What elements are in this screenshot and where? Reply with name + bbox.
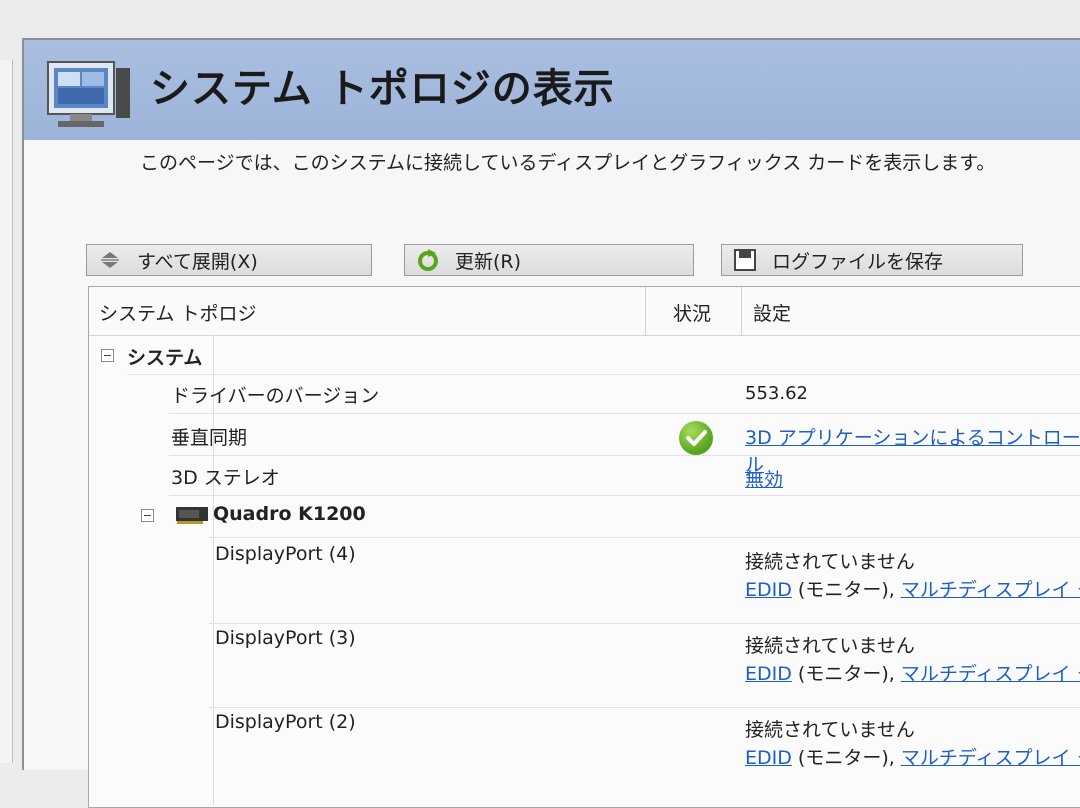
gpu-name: Quadro K1200: [213, 503, 366, 525]
collapse-icon[interactable]: [141, 509, 154, 522]
collapse-icon[interactable]: [101, 349, 114, 362]
driver-version-value: 553.62: [745, 383, 808, 404]
multi-display-link[interactable]: マルチディスプレイ クロ: [901, 579, 1080, 601]
port-status: 接続されていません: [745, 719, 915, 741]
topology-tree-table: システム トポロジ 状況 設定 システム ドライバーのバージョン 553.62 …: [88, 286, 1080, 808]
expand-icon: [97, 247, 123, 273]
edid-link[interactable]: EDID: [745, 747, 792, 769]
port-status: 接続されていません: [745, 551, 915, 573]
page-title: システム トポロジの表示: [150, 66, 615, 112]
refresh-label: 更新(R): [455, 250, 522, 273]
multi-display-link[interactable]: マルチディスプレイ クロ: [901, 747, 1080, 769]
gpu-card-icon: [176, 507, 208, 524]
vsync-label: 垂直同期: [171, 427, 248, 449]
edid-link[interactable]: EDID: [745, 663, 792, 685]
port-name: DisplayPort (4): [215, 543, 356, 565]
tree-row-displayport-2[interactable]: DisplayPort (2) 接続されていません EDID (モニター), マ…: [89, 711, 1080, 789]
driver-version-label: ドライバーのバージョン: [171, 385, 380, 407]
tree-row-gpu[interactable]: Quadro K1200: [89, 501, 1080, 535]
column-header-status[interactable]: 状況: [673, 299, 711, 326]
tree-row-driver-version[interactable]: ドライバーのバージョン 553.62: [89, 381, 1080, 413]
table-header: システム トポロジ 状況 設定: [89, 287, 1080, 336]
monitor-text: (モニター),: [797, 579, 895, 601]
column-header-settings[interactable]: 設定: [753, 299, 791, 326]
monitor-text: (モニター),: [797, 663, 895, 685]
page-description: このページでは、このシステムに接続しているディスプレイとグラフィックス カードを…: [140, 152, 996, 174]
refresh-button[interactable]: 更新(R): [404, 244, 694, 276]
header-banner: システム トポロジの表示: [24, 40, 1080, 140]
tree-row-vsync[interactable]: 垂直同期 3D アプリケーションによるコントロール: [89, 419, 1080, 476]
background-window-edge: [0, 60, 13, 763]
expand-all-button[interactable]: すべて展開(X): [86, 244, 372, 276]
tree-row-3d-stereo[interactable]: 3D ステレオ 無効: [89, 461, 1080, 493]
tree-row-displayport-4[interactable]: DisplayPort (4) 接続されていません EDID (モニター), マ…: [89, 543, 1080, 621]
system-node-label: システム: [127, 347, 203, 369]
display-settings-icon: [47, 61, 130, 127]
tree-row-system[interactable]: システム: [89, 343, 1080, 375]
save-log-button[interactable]: ログファイルを保存: [721, 244, 1023, 276]
tree-row-displayport-3[interactable]: DisplayPort (3) 接続されていません EDID (モニター), マ…: [89, 627, 1080, 705]
port-status: 接続されていません: [745, 635, 915, 657]
topology-panel: システム トポロジの表示 このページでは、このシステムに接続しているディスプレイ…: [22, 38, 1080, 808]
expand-all-label: すべて展開(X): [137, 250, 258, 273]
stereo-setting-link[interactable]: 無効: [745, 465, 783, 492]
multi-display-link[interactable]: マルチディスプレイ クロ: [901, 663, 1080, 685]
monitor-text: (モニター),: [797, 747, 895, 769]
port-name: DisplayPort (2): [215, 711, 356, 733]
port-name: DisplayPort (3): [215, 627, 356, 649]
stereo-label: 3D ステレオ: [171, 467, 280, 489]
refresh-icon: [415, 247, 441, 273]
save-log-label: ログファイルを保存: [772, 250, 944, 273]
check-icon: [679, 421, 713, 455]
save-icon: [732, 247, 758, 273]
edid-link[interactable]: EDID: [745, 579, 792, 601]
column-header-topology[interactable]: システム トポロジ: [99, 299, 256, 326]
